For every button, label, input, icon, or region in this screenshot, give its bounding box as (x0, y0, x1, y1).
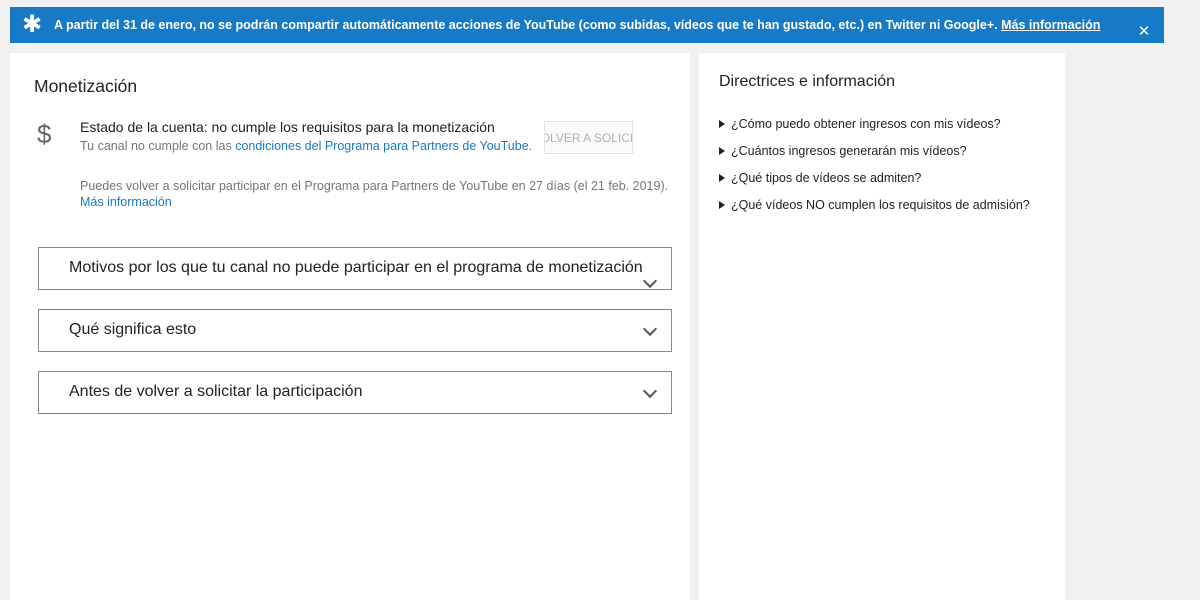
accordion-meaning[interactable]: Qué significa esto (38, 309, 672, 352)
accordion-reasons-label: Motivos por los que tu canal no puede pa… (69, 259, 643, 276)
triangle-right-icon (719, 146, 725, 155)
accordion-before-reapply[interactable]: Antes de volver a solicitar la participa… (38, 371, 672, 414)
sidebar-title: Directrices e información (719, 73, 896, 90)
triangle-right-icon (719, 119, 725, 128)
notification-banner: ✱ A partir del 31 de enero, no se podrán… (10, 7, 1164, 43)
monetization-card: Monetización $ Estado de la cuenta: no c… (10, 53, 690, 600)
dollar-icon: $ (37, 119, 52, 149)
triangle-right-icon (719, 200, 725, 209)
chevron-down-icon (642, 273, 658, 289)
guidelines-list: ¿Cómo puedo obtener ingresos con mis víd… (719, 110, 1030, 218)
guideline-item-video-types[interactable]: ¿Qué tipos de vídeos se admiten? (719, 164, 1030, 191)
guideline-item-ineligible[interactable]: ¿Qué vídeos NO cumplen los requisitos de… (719, 191, 1030, 218)
account-status-title: Estado de la cuenta: no cumple los requi… (80, 119, 495, 135)
accordion-reasons[interactable]: Motivos por los que tu canal no puede pa… (38, 247, 672, 290)
guideline-item-label: ¿Cómo puedo obtener ingresos con mis víd… (731, 116, 1001, 131)
banner-message: A partir del 31 de enero, no se podrán c… (54, 18, 1124, 32)
reapply-note: Puedes volver a solicitar participar en … (80, 178, 680, 210)
chevron-down-icon (642, 383, 658, 399)
close-icon[interactable]: ✕ (1124, 8, 1164, 42)
status-sub-text: Tu canal no cumple con las (80, 139, 236, 153)
guideline-item-label: ¿Cuántos ingresos generarán mis vídeos? (731, 143, 967, 158)
guideline-item-earn[interactable]: ¿Cómo puedo obtener ingresos con mis víd… (719, 110, 1030, 137)
accordion-before-reapply-label: Antes de volver a solicitar la participa… (69, 383, 363, 400)
page-title: Monetización (34, 76, 138, 96)
reapply-note-text: Puedes volver a solicitar participar en … (80, 179, 669, 193)
banner-text: A partir del 31 de enero, no se podrán c… (54, 18, 1002, 32)
banner-more-info-link[interactable]: Más información (1001, 18, 1100, 32)
accordion-meaning-label: Qué significa esto (69, 321, 197, 338)
asterisk-icon: ✱ (21, 11, 43, 38)
triangle-right-icon (719, 173, 725, 182)
chevron-down-icon (642, 321, 658, 337)
guideline-item-revenue[interactable]: ¿Cuántos ingresos generarán mis vídeos? (719, 137, 1030, 164)
guideline-item-label: ¿Qué tipos de vídeos se admiten? (731, 170, 922, 185)
reapply-more-info-link[interactable]: Más información (80, 194, 680, 210)
guidelines-sidebar: Directrices e información ¿Cómo puedo ob… (699, 53, 1065, 600)
account-status-subtitle: Tu canal no cumple con las condiciones d… (80, 139, 532, 153)
partner-program-conditions-link[interactable]: condiciones del Programa para Partners d… (235, 139, 532, 153)
guideline-item-label: ¿Qué vídeos NO cumplen los requisitos de… (731, 197, 1030, 212)
reapply-button[interactable]: Volver a solicitar (544, 121, 633, 154)
